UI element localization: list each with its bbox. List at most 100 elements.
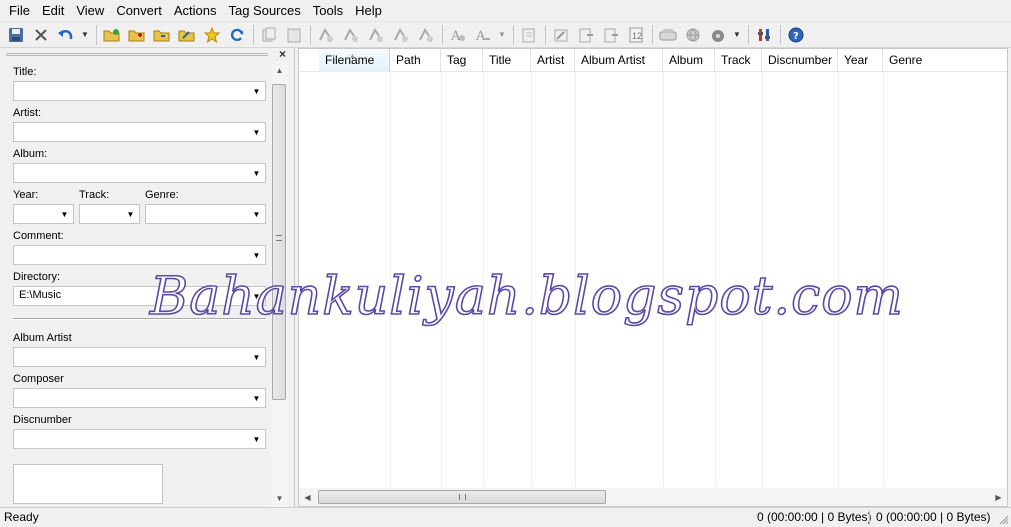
- panel-grip[interactable]: [6, 53, 268, 56]
- freedb-icon[interactable]: [658, 25, 678, 45]
- actions-dropdown-icon[interactable]: ▼: [498, 25, 506, 45]
- remove-tag-icon[interactable]: [31, 25, 51, 45]
- panel-header: ×: [0, 47, 295, 62]
- scroll-grip: [459, 494, 466, 500]
- watermark-text: Bahankuliyah.blogspot.com: [149, 266, 904, 328]
- favorites-star-icon[interactable]: [202, 25, 222, 45]
- composer-combo[interactable]: ▼: [13, 388, 266, 408]
- menu-tools[interactable]: Tools: [307, 1, 349, 21]
- column-track[interactable]: Track: [715, 49, 762, 72]
- favorite-folder-icon[interactable]: [152, 25, 172, 45]
- menu-file[interactable]: File: [3, 1, 36, 21]
- web-source-icon[interactable]: [683, 25, 703, 45]
- column-genre[interactable]: Genre: [883, 49, 1007, 72]
- artist-label: Artist:: [13, 107, 42, 119]
- track-label: Track:: [79, 189, 110, 201]
- column-album[interactable]: Album: [663, 49, 715, 72]
- album-combo[interactable]: ▼: [13, 163, 266, 183]
- convert-text-file-tag-icon[interactable]: [366, 25, 386, 45]
- toolbar-separator: [96, 24, 97, 45]
- actions-icon[interactable]: A: [473, 25, 493, 45]
- convert-tag-filename-icon[interactable]: [316, 25, 336, 45]
- list-horizontal-scrollbar[interactable]: ◀ ▶: [299, 488, 1007, 506]
- status-total-files: 0 (00:00:00 | 0 Bytes): [876, 510, 991, 524]
- help-icon[interactable]: ?: [786, 25, 806, 45]
- toolbar-separator: [310, 24, 311, 45]
- save-icon[interactable]: [6, 25, 26, 45]
- close-icon[interactable]: ×: [279, 47, 286, 61]
- tag-source-icon[interactable]: [708, 25, 728, 45]
- discnumber-combo[interactable]: ▼: [13, 429, 266, 449]
- edit-icon[interactable]: [519, 25, 539, 45]
- track-combo[interactable]: ▼: [79, 204, 140, 224]
- chevron-down-icon[interactable]: ▼: [59, 209, 70, 220]
- year-combo[interactable]: ▼: [13, 204, 74, 224]
- chevron-down-icon[interactable]: ▼: [125, 209, 136, 220]
- scroll-down-icon[interactable]: ▼: [271, 490, 288, 507]
- convert-tag-tag-icon[interactable]: [391, 25, 411, 45]
- title-combo[interactable]: ▼: [13, 81, 266, 101]
- column-genre-label: Genre: [889, 53, 923, 67]
- column-tag[interactable]: Tag: [441, 49, 483, 72]
- column-year[interactable]: Year: [838, 49, 883, 72]
- column-filename[interactable]: ▲ Filename: [319, 49, 390, 72]
- cover-art-box[interactable]: [13, 464, 163, 504]
- actions-quick-icon[interactable]: A: [448, 25, 468, 45]
- change-directory-icon[interactable]: [102, 25, 122, 45]
- chevron-down-icon[interactable]: ▼: [251, 209, 262, 220]
- chevron-down-icon[interactable]: ▼: [251, 393, 262, 404]
- export-playlist-icon[interactable]: [601, 25, 621, 45]
- album-artist-combo[interactable]: ▼: [13, 347, 266, 367]
- resize-grip-icon[interactable]: [999, 515, 1009, 525]
- refresh-icon[interactable]: [227, 25, 247, 45]
- convert-filename-tag-icon[interactable]: [341, 25, 361, 45]
- scroll-thumb[interactable]: [272, 84, 286, 400]
- status-selected-files: 0 (00:00:00 | 0 Bytes): [757, 510, 872, 524]
- menu-view[interactable]: View: [70, 1, 110, 21]
- tag-source-dropdown-icon[interactable]: ▼: [733, 25, 741, 45]
- column-album-artist[interactable]: Album Artist: [575, 49, 663, 72]
- directory-label: Directory:: [13, 271, 61, 283]
- chevron-down-icon[interactable]: ▼: [251, 352, 262, 363]
- menu-edit[interactable]: Edit: [36, 1, 70, 21]
- chevron-down-icon[interactable]: ▼: [251, 127, 262, 138]
- undo-icon[interactable]: [56, 25, 76, 45]
- add-directory-icon[interactable]: [127, 25, 147, 45]
- column-artist[interactable]: Artist: [531, 49, 575, 72]
- column-path[interactable]: Path: [390, 49, 441, 72]
- scroll-right-icon[interactable]: ▶: [990, 488, 1007, 506]
- status-bar: Ready 0 (00:00:00 | 0 Bytes) 0 (00:00:00…: [0, 507, 1011, 527]
- menu-tag-sources[interactable]: Tag Sources: [222, 1, 306, 21]
- menu-help[interactable]: Help: [349, 1, 388, 21]
- toolbar-separator: [253, 24, 254, 45]
- column-discnumber[interactable]: Discnumber: [762, 49, 838, 72]
- scroll-up-icon[interactable]: ▲: [271, 62, 288, 79]
- toolbar-separator: [545, 24, 546, 45]
- column-album-artist-label: Album Artist: [581, 53, 646, 67]
- menu-actions[interactable]: Actions: [168, 1, 223, 21]
- column-title[interactable]: Title: [483, 49, 531, 72]
- toolbar-separator: [442, 24, 443, 45]
- autonumber-icon[interactable]: 12: [626, 25, 646, 45]
- export-icon[interactable]: [576, 25, 596, 45]
- menu-bar: File Edit View Convert Actions Tag Sourc…: [0, 0, 1011, 22]
- artist-combo[interactable]: ▼: [13, 122, 266, 142]
- column-track-label: Track: [721, 53, 751, 67]
- chevron-down-icon[interactable]: ▼: [251, 250, 262, 261]
- scroll-thumb[interactable]: [318, 490, 606, 504]
- undo-dropdown-icon[interactable]: ▼: [81, 25, 89, 45]
- menu-convert[interactable]: Convert: [110, 1, 168, 21]
- chevron-down-icon[interactable]: ▼: [251, 434, 262, 445]
- options-icon[interactable]: [754, 25, 774, 45]
- chevron-down-icon[interactable]: ▼: [251, 86, 262, 97]
- convert-tag-playlist-icon[interactable]: [416, 25, 436, 45]
- chevron-down-icon[interactable]: ▼: [251, 168, 262, 179]
- paste-tag-icon[interactable]: [284, 25, 304, 45]
- status-separator: [869, 510, 870, 525]
- copy-tag-icon[interactable]: [259, 25, 279, 45]
- scroll-left-icon[interactable]: ◀: [299, 488, 316, 506]
- column-path-label: Path: [396, 53, 421, 67]
- genre-combo[interactable]: ▼: [145, 204, 266, 224]
- open-folder-icon[interactable]: [177, 25, 197, 45]
- rename-icon[interactable]: [551, 25, 571, 45]
